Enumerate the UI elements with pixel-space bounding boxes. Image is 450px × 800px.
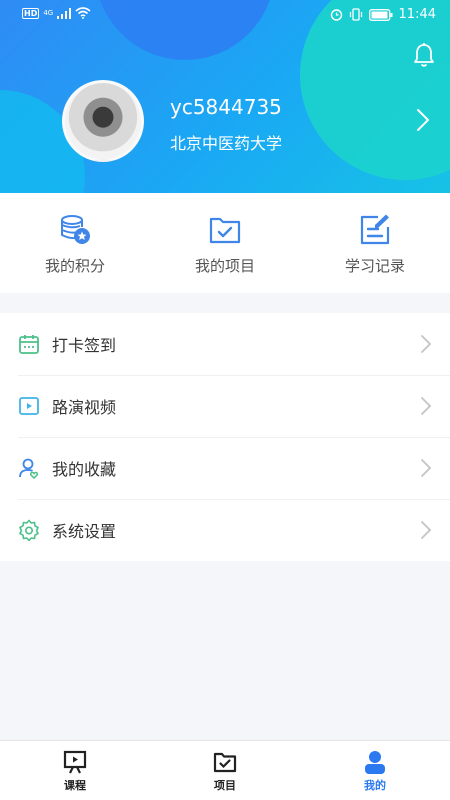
menu-label: 路演视频 [52, 398, 117, 417]
chevron-right-icon [421, 521, 432, 539]
chevron-right-icon [421, 397, 432, 415]
tab-label: 课程 [64, 778, 86, 792]
user-heart-icon [19, 458, 39, 479]
study-record-label: 学习记录 [344, 257, 405, 275]
chevron-right-icon [421, 335, 432, 353]
tab-courses[interactable]: 课程 [0, 741, 150, 800]
menu-list: 打卡签到 路演视频 我的收藏 系统设置 [0, 313, 450, 561]
tab-label: 项目 [214, 778, 236, 792]
menu-item-checkin[interactable]: 打卡签到 [0, 313, 450, 375]
tab-projects[interactable]: 项目 [150, 741, 300, 800]
points-label: 我的积分 [44, 257, 105, 275]
folder-check-icon [209, 217, 241, 244]
person-icon [365, 750, 385, 774]
hd-indicator: HD [22, 7, 40, 19]
gear-icon [19, 519, 39, 541]
school-name: 北京中医药大学 [170, 134, 283, 153]
signal-icon [57, 7, 72, 19]
menu-label: 系统设置 [52, 522, 117, 541]
points-button[interactable]: 我的积分 [0, 193, 150, 293]
tab-mine[interactable]: 我的 [300, 741, 450, 800]
study-record-button[interactable]: 学习记录 [300, 193, 450, 293]
vibrate-icon [349, 8, 362, 21]
clock: 11:44 [398, 7, 436, 22]
bottom-nav: 课程 项目 我的 [0, 740, 450, 800]
folder-check-icon [213, 752, 237, 772]
quick-actions: 我的积分 我的项目 学习记录 [0, 193, 450, 293]
menu-label: 打卡签到 [52, 336, 117, 355]
menu-item-roadshow-video[interactable]: 路演视频 [0, 375, 450, 437]
username: yc5844735 [170, 95, 282, 119]
chevron-right-icon[interactable] [416, 108, 430, 132]
alarm-icon [330, 9, 342, 21]
calendar-icon [19, 335, 39, 354]
presentation-icon [63, 750, 87, 773]
profile-header: HD 4G 11:44 yc5844735 北京中医药大学 [0, 0, 450, 193]
coins-star-icon [61, 215, 90, 244]
chevron-right-icon [421, 459, 432, 477]
menu-item-settings[interactable]: 系统设置 [0, 499, 450, 561]
network-indicator: 4G [43, 9, 54, 17]
my-projects-label: 我的项目 [194, 257, 255, 275]
battery-icon [368, 8, 393, 21]
avatar[interactable] [62, 80, 144, 162]
video-icon [19, 397, 39, 415]
tab-label: 我的 [364, 778, 386, 792]
my-projects-button[interactable]: 我的项目 [150, 193, 300, 293]
menu-label: 我的收藏 [52, 460, 117, 479]
status-bar: HD 4G 11:44 [0, 0, 450, 30]
bell-icon[interactable] [412, 42, 436, 68]
menu-item-favorites[interactable]: 我的收藏 [0, 437, 450, 499]
edit-record-icon [360, 214, 390, 245]
wifi-icon [75, 7, 91, 19]
